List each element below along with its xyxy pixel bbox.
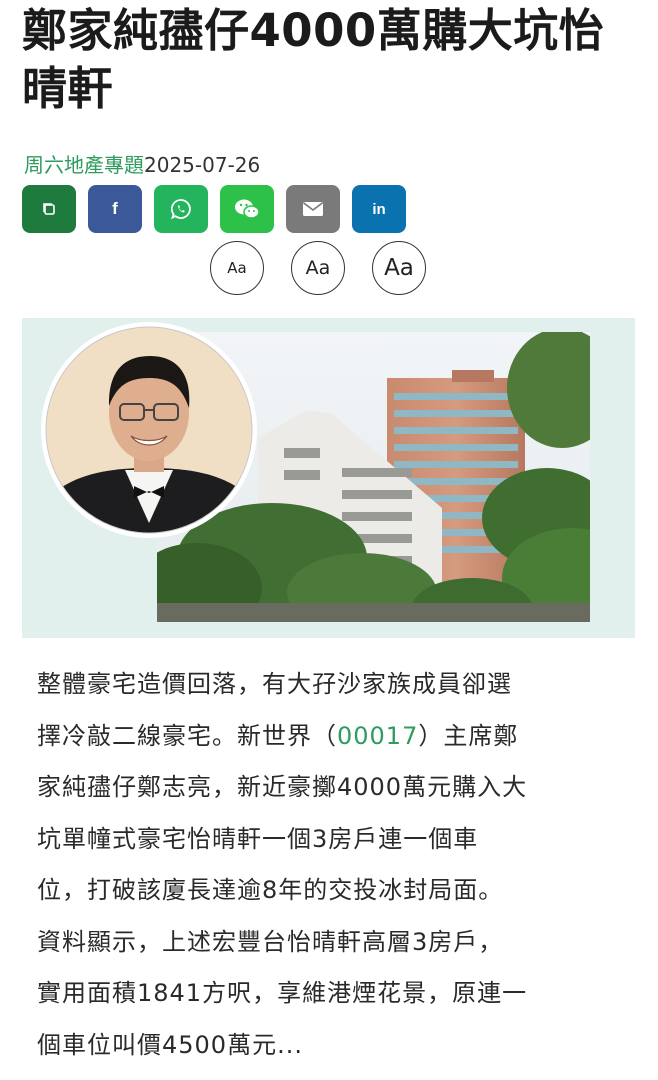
copy-icon (43, 203, 55, 215)
article-photo (22, 318, 635, 638)
article-title: 鄭家純孻仔4000萬購大坑怡晴軒 (22, 4, 605, 115)
font-size-medium-label: Aa (305, 257, 331, 279)
facebook-share-button[interactable]: f (88, 185, 142, 233)
body-text: 擇冷敲二線豪宅。新世界（ (37, 721, 337, 750)
whatsapp-share-button[interactable] (154, 185, 208, 233)
body-line: 家純孻仔鄭志亮，新近豪擲4000萬元購入大 (37, 773, 528, 801)
facebook-icon: f (112, 199, 118, 218)
body-line: 位，打破該廈長達逾8年的交投冰封局面。 (37, 876, 504, 904)
stock-code-link[interactable]: 00017 (337, 722, 418, 750)
wechat-share-button[interactable] (220, 185, 274, 233)
linkedin-icon: in (372, 200, 386, 218)
linkedin-share-button[interactable]: in (352, 185, 406, 233)
wechat-icon (235, 199, 260, 219)
font-size-large-label: Aa (384, 255, 414, 281)
body-line: 資料顯示，上述宏豐台怡晴軒高層3房戶， (37, 927, 504, 956)
building-photo (41, 322, 590, 622)
font-size-medium-button[interactable]: Aa (291, 241, 345, 295)
body-line: 個車位叫價4500萬元... (37, 1030, 303, 1059)
body-line: 坑單幢式豪宅怡晴軒一個3房戶連一個車 (37, 824, 479, 853)
article-meta: 周六地產專題2025-07-26 (24, 150, 260, 180)
font-size-small-button[interactable]: Aa (210, 241, 264, 295)
body-line: 整體豪宅造價回落，有大孖沙家族成員卻選 (37, 670, 512, 698)
body-text: ）主席鄭 (418, 721, 519, 750)
email-share-button[interactable] (286, 185, 340, 233)
whatsapp-icon (170, 199, 191, 220)
body-line: 擇冷敲二線豪宅。新世界（00017）主席鄭 (37, 711, 637, 763)
body-line: 實用面積1841方呎，享維港煙花景，原連一 (37, 979, 528, 1007)
publish-date: 2025-07-26 (144, 153, 261, 177)
email-icon (303, 202, 323, 216)
copy-button[interactable] (22, 185, 76, 233)
article-body: 整體豪宅造價回落，有大孖沙家族成員卻選 擇冷敲二線豪宅。新世界（00017）主席… (37, 659, 637, 1071)
font-size-large-button[interactable]: Aa (372, 241, 426, 295)
category-link[interactable]: 周六地產專題 (24, 153, 144, 177)
font-size-small-label: Aa (227, 259, 247, 277)
